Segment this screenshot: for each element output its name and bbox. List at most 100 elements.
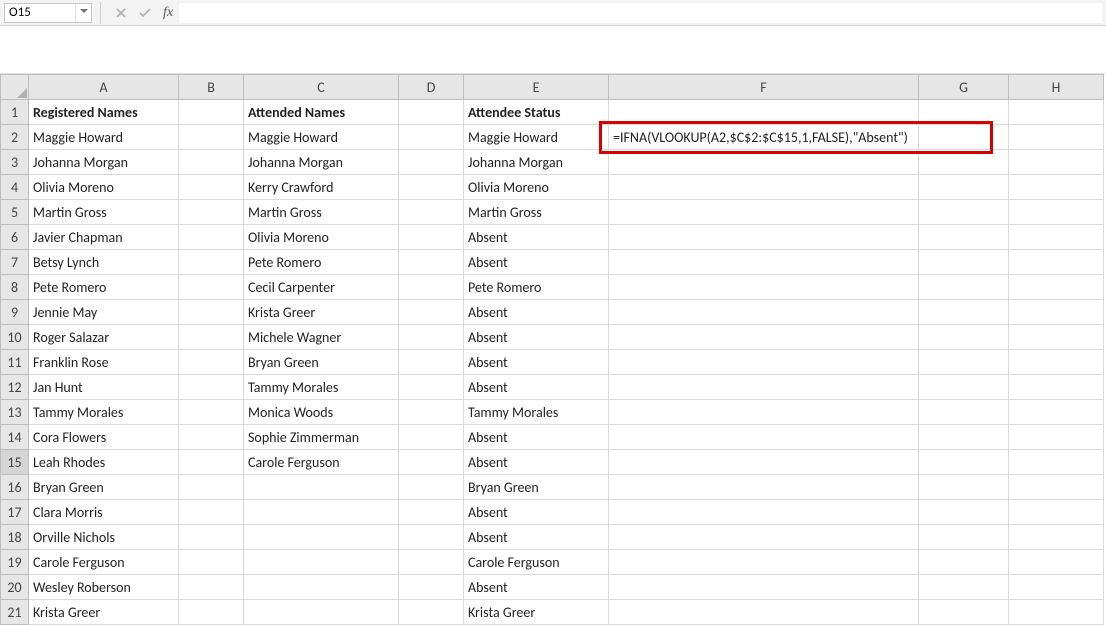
cell-A11[interactable]: Franklin Rose [29, 350, 179, 375]
cell-B16[interactable] [179, 475, 244, 500]
cell-F21[interactable] [609, 600, 919, 625]
row-header[interactable]: 13 [1, 400, 29, 425]
cell-G18[interactable] [919, 525, 1009, 550]
cell-E18[interactable]: Absent [464, 525, 609, 550]
cell-F1[interactable] [609, 100, 919, 125]
cell-A18[interactable]: Orville Nichols [29, 525, 179, 550]
cell-A5[interactable]: Martin Gross [29, 200, 179, 225]
cell-A3[interactable]: Johanna Morgan [29, 150, 179, 175]
cell-C8[interactable]: Cecil Carpenter [244, 275, 399, 300]
cell-G14[interactable] [919, 425, 1009, 450]
cell-F3[interactable] [609, 150, 919, 175]
cell-C14[interactable]: Sophie Zimmerman [244, 425, 399, 450]
cell-D9[interactable] [399, 300, 464, 325]
col-header-D[interactable]: D [399, 75, 464, 100]
cell-C18[interactable] [244, 525, 399, 550]
row-header[interactable]: 21 [1, 600, 29, 625]
cell-B15[interactable] [179, 450, 244, 475]
cell-A8[interactable]: Pete Romero [29, 275, 179, 300]
cell-H9[interactable] [1009, 300, 1104, 325]
cell-F13[interactable] [609, 400, 919, 425]
cell-C1[interactable]: Attended Names [244, 100, 399, 125]
cell-H17[interactable] [1009, 500, 1104, 525]
cell-H18[interactable] [1009, 525, 1104, 550]
cell-D1[interactable] [399, 100, 464, 125]
row-header[interactable]: 14 [1, 425, 29, 450]
row-header[interactable]: 10 [1, 325, 29, 350]
cell-F16[interactable] [609, 475, 919, 500]
cell-F2[interactable]: =IFNA(VLOOKUP(A2,$C$2:$C$15,1,FALSE),"Ab… [609, 125, 919, 150]
col-header-H[interactable]: H [1009, 75, 1104, 100]
cell-C3[interactable]: Johanna Morgan [244, 150, 399, 175]
cell-B5[interactable] [179, 200, 244, 225]
cell-C7[interactable]: Pete Romero [244, 250, 399, 275]
cell-B12[interactable] [179, 375, 244, 400]
cell-G9[interactable] [919, 300, 1009, 325]
cell-A2[interactable]: Maggie Howard [29, 125, 179, 150]
cell-A15[interactable]: Leah Rhodes [29, 450, 179, 475]
cell-E1[interactable]: Attendee Status [464, 100, 609, 125]
cell-D5[interactable] [399, 200, 464, 225]
cell-H21[interactable] [1009, 600, 1104, 625]
cell-F5[interactable] [609, 200, 919, 225]
cell-E9[interactable]: Absent [464, 300, 609, 325]
cell-H5[interactable] [1009, 200, 1104, 225]
cell-G17[interactable] [919, 500, 1009, 525]
select-all-corner[interactable] [1, 75, 29, 100]
cell-C20[interactable] [244, 575, 399, 600]
cell-D6[interactable] [399, 225, 464, 250]
cell-F20[interactable] [609, 575, 919, 600]
cell-A6[interactable]: Javier Chapman [29, 225, 179, 250]
cell-D15[interactable] [399, 450, 464, 475]
cell-F4[interactable] [609, 175, 919, 200]
cell-E19[interactable]: Carole Ferguson [464, 550, 609, 575]
cell-D3[interactable] [399, 150, 464, 175]
cell-B13[interactable] [179, 400, 244, 425]
cell-F18[interactable] [609, 525, 919, 550]
name-box[interactable] [5, 4, 75, 22]
cell-A1[interactable]: Registered Names [29, 100, 179, 125]
cell-B11[interactable] [179, 350, 244, 375]
cell-H16[interactable] [1009, 475, 1104, 500]
row-header[interactable]: 19 [1, 550, 29, 575]
cell-H15[interactable] [1009, 450, 1104, 475]
cell-G8[interactable] [919, 275, 1009, 300]
cell-E7[interactable]: Absent [464, 250, 609, 275]
cell-E20[interactable]: Absent [464, 575, 609, 600]
cell-E15[interactable]: Absent [464, 450, 609, 475]
row-header[interactable]: 2 [1, 125, 29, 150]
cell-H2[interactable] [1009, 125, 1104, 150]
cell-D4[interactable] [399, 175, 464, 200]
row-header[interactable]: 15 [1, 450, 29, 475]
cell-B21[interactable] [179, 600, 244, 625]
cell-B3[interactable] [179, 150, 244, 175]
cell-A12[interactable]: Jan Hunt [29, 375, 179, 400]
cell-C19[interactable] [244, 550, 399, 575]
cell-H10[interactable] [1009, 325, 1104, 350]
cell-C12[interactable]: Tammy Morales [244, 375, 399, 400]
cell-A19[interactable]: Carole Ferguson [29, 550, 179, 575]
cell-C16[interactable] [244, 475, 399, 500]
cell-F17[interactable] [609, 500, 919, 525]
cell-G1[interactable] [919, 100, 1009, 125]
cell-H4[interactable] [1009, 175, 1104, 200]
cell-A20[interactable]: Wesley Roberson [29, 575, 179, 600]
cell-B6[interactable] [179, 225, 244, 250]
cell-G11[interactable] [919, 350, 1009, 375]
col-header-A[interactable]: A [29, 75, 179, 100]
row-header[interactable]: 6 [1, 225, 29, 250]
cell-F10[interactable] [609, 325, 919, 350]
cell-D13[interactable] [399, 400, 464, 425]
cell-B10[interactable] [179, 325, 244, 350]
cell-F12[interactable] [609, 375, 919, 400]
cell-C10[interactable]: Michele Wagner [244, 325, 399, 350]
cell-F14[interactable] [609, 425, 919, 450]
cell-H7[interactable] [1009, 250, 1104, 275]
cell-G5[interactable] [919, 200, 1009, 225]
cell-F7[interactable] [609, 250, 919, 275]
cell-F8[interactable] [609, 275, 919, 300]
cell-A13[interactable]: Tammy Morales [29, 400, 179, 425]
cell-A14[interactable]: Cora Flowers [29, 425, 179, 450]
cell-C9[interactable]: Krista Greer [244, 300, 399, 325]
cell-H14[interactable] [1009, 425, 1104, 450]
